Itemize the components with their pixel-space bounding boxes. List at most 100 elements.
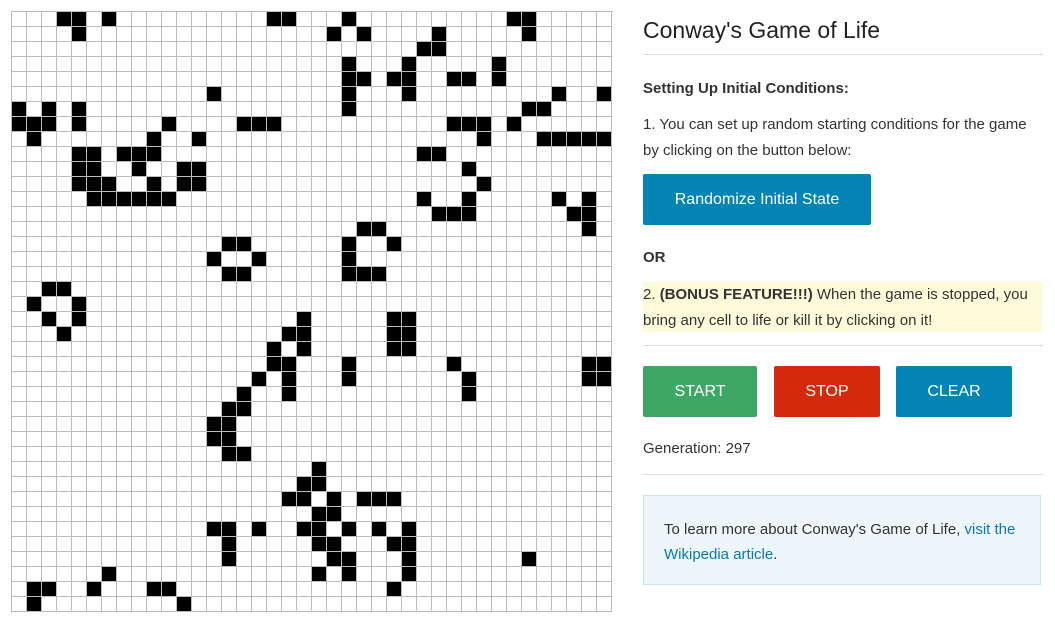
grid-cell[interactable]	[582, 297, 597, 312]
grid-cell[interactable]	[342, 522, 357, 537]
grid-cell[interactable]	[192, 387, 207, 402]
grid-cell[interactable]	[462, 267, 477, 282]
grid-cell[interactable]	[342, 597, 357, 612]
grid-cell[interactable]	[477, 312, 492, 327]
grid-cell[interactable]	[552, 42, 567, 57]
grid-cell[interactable]	[402, 417, 417, 432]
grid-cell[interactable]	[117, 222, 132, 237]
grid-cell[interactable]	[417, 282, 432, 297]
grid-cell[interactable]	[387, 267, 402, 282]
grid-cell[interactable]	[12, 177, 27, 192]
grid-cell[interactable]	[252, 42, 267, 57]
grid-cell[interactable]	[282, 147, 297, 162]
grid-cell[interactable]	[207, 342, 222, 357]
grid-cell[interactable]	[552, 372, 567, 387]
grid-cell[interactable]	[177, 252, 192, 267]
grid-cell[interactable]	[447, 297, 462, 312]
grid-cell[interactable]	[342, 87, 357, 102]
grid-cell[interactable]	[252, 492, 267, 507]
grid-cell[interactable]	[372, 57, 387, 72]
grid-cell[interactable]	[417, 312, 432, 327]
grid-cell[interactable]	[162, 327, 177, 342]
grid-cell[interactable]	[57, 117, 72, 132]
grid-cell[interactable]	[297, 327, 312, 342]
grid-cell[interactable]	[432, 87, 447, 102]
grid-cell[interactable]	[597, 192, 612, 207]
grid-cell[interactable]	[402, 87, 417, 102]
grid-cell[interactable]	[447, 57, 462, 72]
grid-cell[interactable]	[402, 297, 417, 312]
grid-cell[interactable]	[207, 207, 222, 222]
grid-cell[interactable]	[357, 162, 372, 177]
grid-cell[interactable]	[282, 162, 297, 177]
grid-cell[interactable]	[537, 72, 552, 87]
grid-cell[interactable]	[282, 447, 297, 462]
grid-cell[interactable]	[462, 372, 477, 387]
grid-cell[interactable]	[12, 222, 27, 237]
grid-cell[interactable]	[447, 342, 462, 357]
grid-cell[interactable]	[387, 387, 402, 402]
grid-cell[interactable]	[387, 432, 402, 447]
grid-cell[interactable]	[297, 222, 312, 237]
grid-cell[interactable]	[282, 132, 297, 147]
grid-cell[interactable]	[447, 282, 462, 297]
grid-cell[interactable]	[12, 387, 27, 402]
grid-cell[interactable]	[162, 342, 177, 357]
grid-cell[interactable]	[462, 297, 477, 312]
grid-cell[interactable]	[477, 477, 492, 492]
grid-cell[interactable]	[447, 267, 462, 282]
grid-cell[interactable]	[447, 522, 462, 537]
grid-cell[interactable]	[282, 102, 297, 117]
grid-cell[interactable]	[57, 162, 72, 177]
grid-cell[interactable]	[87, 207, 102, 222]
grid-cell[interactable]	[252, 222, 267, 237]
grid-cell[interactable]	[402, 507, 417, 522]
grid-cell[interactable]	[507, 357, 522, 372]
grid-cell[interactable]	[237, 297, 252, 312]
grid-cell[interactable]	[327, 117, 342, 132]
grid-cell[interactable]	[27, 522, 42, 537]
grid-cell[interactable]	[462, 222, 477, 237]
grid-cell[interactable]	[327, 567, 342, 582]
grid-cell[interactable]	[252, 447, 267, 462]
grid-cell[interactable]	[192, 87, 207, 102]
grid-cell[interactable]	[252, 597, 267, 612]
grid-cell[interactable]	[297, 522, 312, 537]
grid-cell[interactable]	[357, 507, 372, 522]
grid-cell[interactable]	[537, 357, 552, 372]
grid-cell[interactable]	[507, 447, 522, 462]
grid-cell[interactable]	[102, 117, 117, 132]
grid-cell[interactable]	[87, 582, 102, 597]
grid-cell[interactable]	[417, 237, 432, 252]
grid-cell[interactable]	[252, 27, 267, 42]
grid-cell[interactable]	[12, 507, 27, 522]
grid-cell[interactable]	[492, 312, 507, 327]
grid-cell[interactable]	[372, 192, 387, 207]
grid-cell[interactable]	[462, 327, 477, 342]
grid-cell[interactable]	[117, 492, 132, 507]
grid-cell[interactable]	[252, 102, 267, 117]
grid-cell[interactable]	[147, 207, 162, 222]
grid-cell[interactable]	[417, 387, 432, 402]
grid-cell[interactable]	[477, 192, 492, 207]
grid-cell[interactable]	[87, 237, 102, 252]
grid-cell[interactable]	[342, 207, 357, 222]
grid-cell[interactable]	[57, 102, 72, 117]
grid-cell[interactable]	[282, 507, 297, 522]
grid-cell[interactable]	[462, 102, 477, 117]
grid-cell[interactable]	[567, 477, 582, 492]
grid-cell[interactable]	[522, 327, 537, 342]
grid-cell[interactable]	[267, 132, 282, 147]
grid-cell[interactable]	[282, 117, 297, 132]
grid-cell[interactable]	[447, 12, 462, 27]
grid-cell[interactable]	[177, 297, 192, 312]
grid-cell[interactable]	[132, 342, 147, 357]
grid-cell[interactable]	[237, 597, 252, 612]
grid-cell[interactable]	[597, 462, 612, 477]
grid-cell[interactable]	[57, 417, 72, 432]
grid-cell[interactable]	[312, 342, 327, 357]
grid-cell[interactable]	[87, 282, 102, 297]
grid-cell[interactable]	[597, 492, 612, 507]
grid-cell[interactable]	[297, 597, 312, 612]
grid-cell[interactable]	[27, 492, 42, 507]
